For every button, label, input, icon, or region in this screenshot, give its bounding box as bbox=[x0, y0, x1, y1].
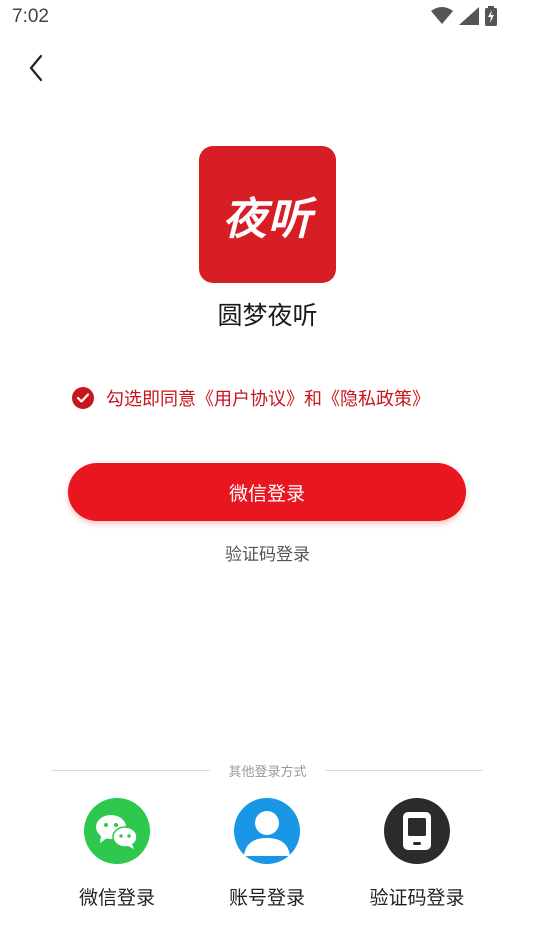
status-bar: 7:02 bbox=[0, 0, 535, 36]
app-logo-text: 夜听 bbox=[222, 193, 313, 245]
wechat-login-label: 微信登录 bbox=[228, 482, 305, 505]
status-icons bbox=[431, 6, 497, 30]
code-login-link[interactable]: 验证码登录 bbox=[0, 540, 535, 565]
wechat-login-button[interactable]: 微信登录 bbox=[68, 463, 466, 521]
code-login-option[interactable]: 验证码登录 bbox=[342, 798, 492, 910]
wechat-icon bbox=[84, 798, 150, 864]
wifi-icon bbox=[431, 7, 453, 29]
divider-right bbox=[325, 770, 483, 771]
status-time: 7:02 bbox=[12, 6, 49, 27]
checkmark-icon bbox=[72, 387, 94, 409]
code-option-label: 验证码登录 bbox=[369, 887, 465, 909]
back-button[interactable] bbox=[16, 50, 56, 90]
account-login-option[interactable]: 账号登录 bbox=[192, 798, 342, 910]
battery-charging-icon bbox=[485, 6, 497, 30]
user-icon bbox=[234, 798, 300, 864]
chevron-left-icon bbox=[28, 54, 44, 86]
divider-left bbox=[52, 770, 210, 771]
app-name: 圆梦夜听 bbox=[217, 301, 318, 330]
cellular-signal-icon bbox=[459, 7, 479, 29]
agreement-checkbox[interactable]: 勾选即同意《用户协议》和《隐私政策》 bbox=[72, 385, 430, 411]
other-methods-title: 其他登录方式 bbox=[228, 765, 307, 780]
agreement-text: 勾选即同意《用户协议》和《隐私政策》 bbox=[106, 389, 430, 410]
account-option-label: 账号登录 bbox=[228, 887, 305, 909]
phone-icon bbox=[384, 798, 450, 864]
wechat-login-option[interactable]: 微信登录 bbox=[42, 798, 192, 910]
app-logo: 夜听 bbox=[199, 146, 336, 283]
wechat-option-label: 微信登录 bbox=[78, 887, 155, 909]
